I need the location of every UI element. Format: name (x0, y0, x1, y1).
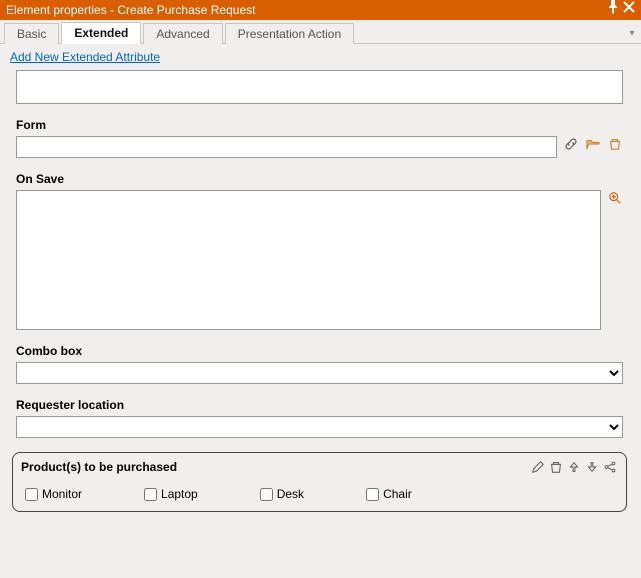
tab-advanced[interactable]: Advanced (143, 23, 222, 44)
tab-extended[interactable]: Extended (61, 22, 141, 44)
title-bar: Element properties - Create Purchase Req… (0, 0, 641, 20)
tab-basic[interactable]: Basic (4, 23, 59, 44)
product-label: Desk (277, 487, 304, 501)
delete-icon[interactable] (607, 136, 623, 152)
product-option-chair[interactable]: Chair (366, 487, 412, 501)
share-icon[interactable] (602, 459, 618, 475)
product-label: Monitor (42, 487, 82, 501)
close-icon[interactable] (621, 0, 637, 21)
delete-icon[interactable] (548, 459, 564, 475)
product-checkbox-laptop[interactable] (144, 488, 157, 501)
window-title: Element properties - Create Purchase Req… (6, 0, 605, 20)
pin-icon[interactable] (605, 0, 621, 21)
product-checkbox-desk[interactable] (260, 488, 273, 501)
tab-presentation-action[interactable]: Presentation Action (225, 23, 354, 44)
onsave-label: On Save (16, 172, 623, 186)
edit-icon[interactable] (530, 459, 546, 475)
product-option-desk[interactable]: Desk (260, 487, 304, 501)
folder-open-icon[interactable] (585, 136, 601, 152)
product-checkbox-monitor[interactable] (25, 488, 38, 501)
products-title: Product(s) to be purchased (21, 460, 530, 474)
onsave-textarea[interactable] (16, 190, 601, 330)
panel-body: Add New Extended Attribute Form (0, 44, 641, 578)
requester-location-label: Requester location (16, 398, 623, 412)
tab-strip: Basic Extended Advanced Presentation Act… (0, 20, 641, 44)
zoom-icon[interactable] (607, 190, 623, 206)
product-option-laptop[interactable]: Laptop (144, 487, 198, 501)
add-extended-attribute-link[interactable]: Add New Extended Attribute (10, 50, 160, 64)
form-input[interactable] (16, 136, 557, 158)
product-label: Laptop (161, 487, 198, 501)
prev-field-textarea[interactable] (16, 70, 623, 104)
form-label: Form (16, 118, 623, 132)
product-label: Chair (383, 487, 412, 501)
arrow-up-icon[interactable] (566, 459, 582, 475)
requester-location-select[interactable] (16, 416, 623, 438)
combo-select[interactable] (16, 362, 623, 384)
tab-overflow-caret[interactable]: ▾ (623, 28, 641, 43)
link-icon[interactable] (563, 136, 579, 152)
properties-scroll[interactable]: Form On Save (10, 70, 631, 550)
arrow-down-icon[interactable] (584, 459, 600, 475)
products-panel: Product(s) to be purchased (12, 452, 627, 512)
combo-label: Combo box (16, 344, 623, 358)
product-checkbox-chair[interactable] (366, 488, 379, 501)
product-option-monitor[interactable]: Monitor (25, 487, 82, 501)
